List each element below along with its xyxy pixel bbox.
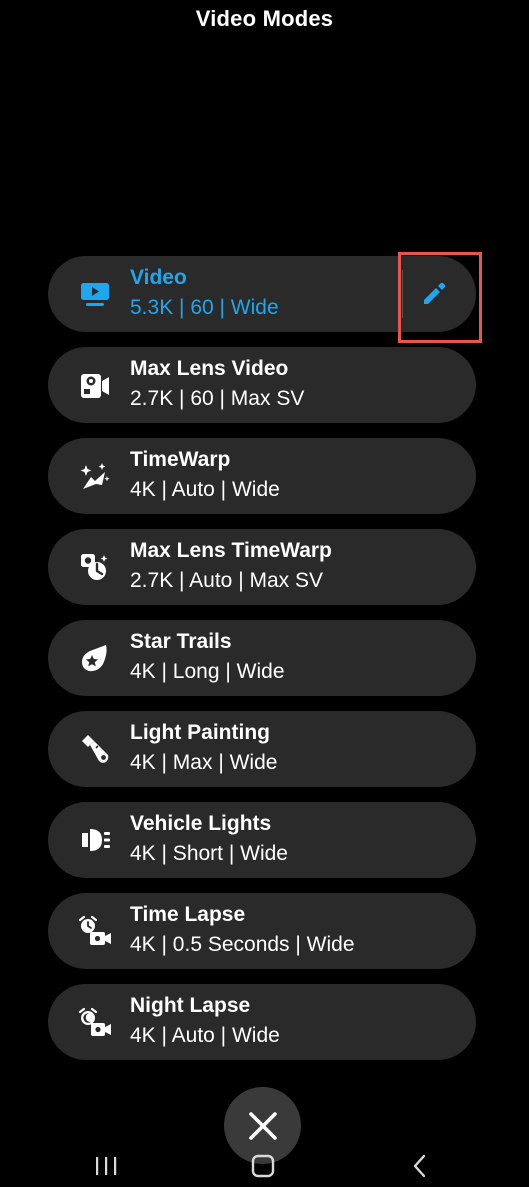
mode-item-light-painting[interactable]: Light Painting 4K | Max | Wide <box>48 711 476 787</box>
mode-settings: 4K | Short | Wide <box>130 842 288 865</box>
mode-settings: 5.3K | 60 | Wide <box>130 296 279 319</box>
recents-icon <box>96 1157 117 1175</box>
flashlight-icon <box>78 733 112 765</box>
night-lapse-icon <box>78 1006 112 1038</box>
star-trails-icon <box>78 642 112 674</box>
mode-name: Video <box>130 266 187 289</box>
headlight-icon <box>78 824 112 856</box>
mode-settings: 4K | Max | Wide <box>130 751 278 774</box>
mode-name: Vehicle Lights <box>130 812 272 835</box>
mode-settings: 4K | 0.5 Seconds | Wide <box>130 933 355 956</box>
mode-item-max-lens-video[interactable]: Max Lens Video 2.7K | 60 | Max SV <box>48 347 476 423</box>
max-lens-camera-icon <box>78 369 112 401</box>
mode-name: Light Painting <box>130 721 270 744</box>
mode-settings: 4K | Long | Wide <box>130 660 285 683</box>
max-lens-timewarp-icon <box>78 551 112 583</box>
back-icon <box>413 1154 426 1178</box>
system-nav-bar <box>0 1146 529 1187</box>
mode-name: Time Lapse <box>130 903 246 926</box>
mode-name: Max Lens TimeWarp <box>130 539 332 562</box>
mode-item-star-trails[interactable]: Star Trails 4K | Long | Wide <box>48 620 476 696</box>
home-button[interactable] <box>243 1150 283 1182</box>
mode-item-max-lens-timewarp[interactable]: Max Lens TimeWarp 2.7K | Auto | Max SV <box>48 529 476 605</box>
monitor-icon <box>78 278 112 310</box>
edit-highlight-box <box>398 252 482 343</box>
mode-settings: 2.7K | 60 | Max SV <box>130 387 305 410</box>
home-icon <box>251 1154 275 1178</box>
mode-name: Max Lens Video <box>130 357 289 380</box>
mode-settings: 2.7K | Auto | Max SV <box>130 569 324 592</box>
mode-settings: 4K | Auto | Wide <box>130 1024 280 1047</box>
mode-item-time-lapse[interactable]: Time Lapse 4K | 0.5 Seconds | Wide <box>48 893 476 969</box>
close-icon <box>248 1111 277 1140</box>
mode-name: Night Lapse <box>130 994 251 1017</box>
recents-button[interactable] <box>86 1150 126 1182</box>
timewarp-icon <box>78 460 112 492</box>
mode-item-vehicle-lights[interactable]: Vehicle Lights 4K | Short | Wide <box>48 802 476 878</box>
back-button[interactable] <box>400 1150 440 1182</box>
mode-name: Star Trails <box>130 630 232 653</box>
time-lapse-icon <box>78 915 112 947</box>
mode-settings: 4K | Auto | Wide <box>130 478 280 501</box>
mode-item-night-lapse[interactable]: Night Lapse 4K | Auto | Wide <box>48 984 476 1060</box>
page-title: Video Modes <box>195 6 334 31</box>
video-mode-list: Video 5.3K | 60 | Wide Max Lens Video 2.… <box>48 256 476 1075</box>
mode-item-timewarp[interactable]: TimeWarp 4K | Auto | Wide <box>48 438 476 514</box>
mode-name: TimeWarp <box>130 448 231 471</box>
